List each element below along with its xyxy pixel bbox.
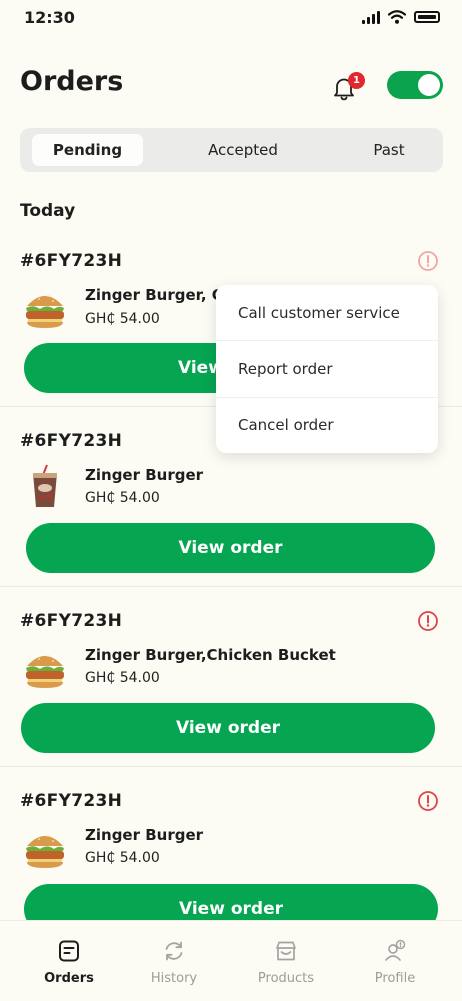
status-icons	[362, 10, 440, 24]
menu-divider	[216, 340, 438, 341]
profile-icon	[385, 939, 406, 961]
nav-item-history[interactable]: History	[129, 939, 219, 986]
order-status-tabs: Pending Accepted Past	[20, 128, 443, 172]
store-icon	[276, 941, 296, 961]
view-order-button[interactable]: View order	[26, 523, 435, 573]
burger-icon	[26, 835, 64, 868]
menu-item-call-customer-service[interactable]: Call customer service	[238, 304, 400, 322]
alert-icon[interactable]	[417, 250, 439, 272]
nav-label: Products	[257, 971, 315, 986]
orders-icon	[59, 940, 79, 962]
battery-icon	[414, 11, 440, 23]
drink-icon	[33, 464, 57, 507]
tab-accepted[interactable]: Accepted	[188, 134, 298, 166]
order-options-menu: Call customer service Report order Cance…	[216, 285, 438, 453]
section-title: Today	[20, 201, 76, 221]
order-id: #6FY723H	[20, 431, 123, 451]
nav-item-profile[interactable]: Profile	[350, 939, 440, 986]
menu-item-cancel-order[interactable]: Cancel order	[238, 416, 334, 434]
alert-icon[interactable]	[417, 610, 439, 632]
alert-icon[interactable]	[417, 790, 439, 812]
menu-divider	[216, 397, 438, 398]
divider	[0, 766, 462, 767]
nav-label: Orders	[44, 971, 94, 986]
order-id: #6FY723H	[20, 791, 123, 811]
bottom-nav: Orders History Products Profile	[0, 920, 462, 1001]
signal-icon	[362, 10, 380, 24]
burger-icon	[26, 295, 64, 328]
nav-item-products[interactable]: Products	[241, 939, 331, 986]
nav-label: History	[150, 971, 198, 986]
toggle-knob	[418, 74, 440, 96]
item-name: Zinger Burger	[85, 466, 204, 484]
nav-item-orders[interactable]: Orders	[24, 939, 114, 986]
view-order-button[interactable]: View order	[21, 703, 435, 753]
item-price: GH₵ 54.00	[85, 670, 160, 686]
order-id: #6FY723H	[20, 611, 123, 631]
status-time: 12:30	[24, 8, 75, 27]
tab-pending[interactable]: Pending	[32, 134, 143, 166]
burger-icon	[26, 655, 64, 688]
tab-past[interactable]: Past	[350, 134, 428, 166]
notification-badge: 1	[348, 72, 365, 89]
nav-label: Profile	[374, 971, 416, 986]
divider	[0, 586, 462, 587]
menu-item-report-order[interactable]: Report order	[238, 360, 333, 378]
item-name: Zinger Burger,Chicken Bucket	[85, 646, 336, 664]
page-title: Orders	[20, 66, 124, 97]
item-price: GH₵ 54.00	[85, 311, 160, 327]
history-icon	[165, 941, 183, 961]
item-name: Zinger Burger, Chicken Bucket	[85, 286, 221, 304]
item-name: Zinger Burger	[85, 826, 204, 844]
item-price: GH₵ 54.00	[85, 490, 160, 506]
online-toggle[interactable]	[387, 71, 443, 99]
item-price: GH₵ 54.00	[85, 850, 160, 866]
wifi-icon	[388, 10, 406, 24]
order-id: #6FY723H	[20, 251, 123, 271]
